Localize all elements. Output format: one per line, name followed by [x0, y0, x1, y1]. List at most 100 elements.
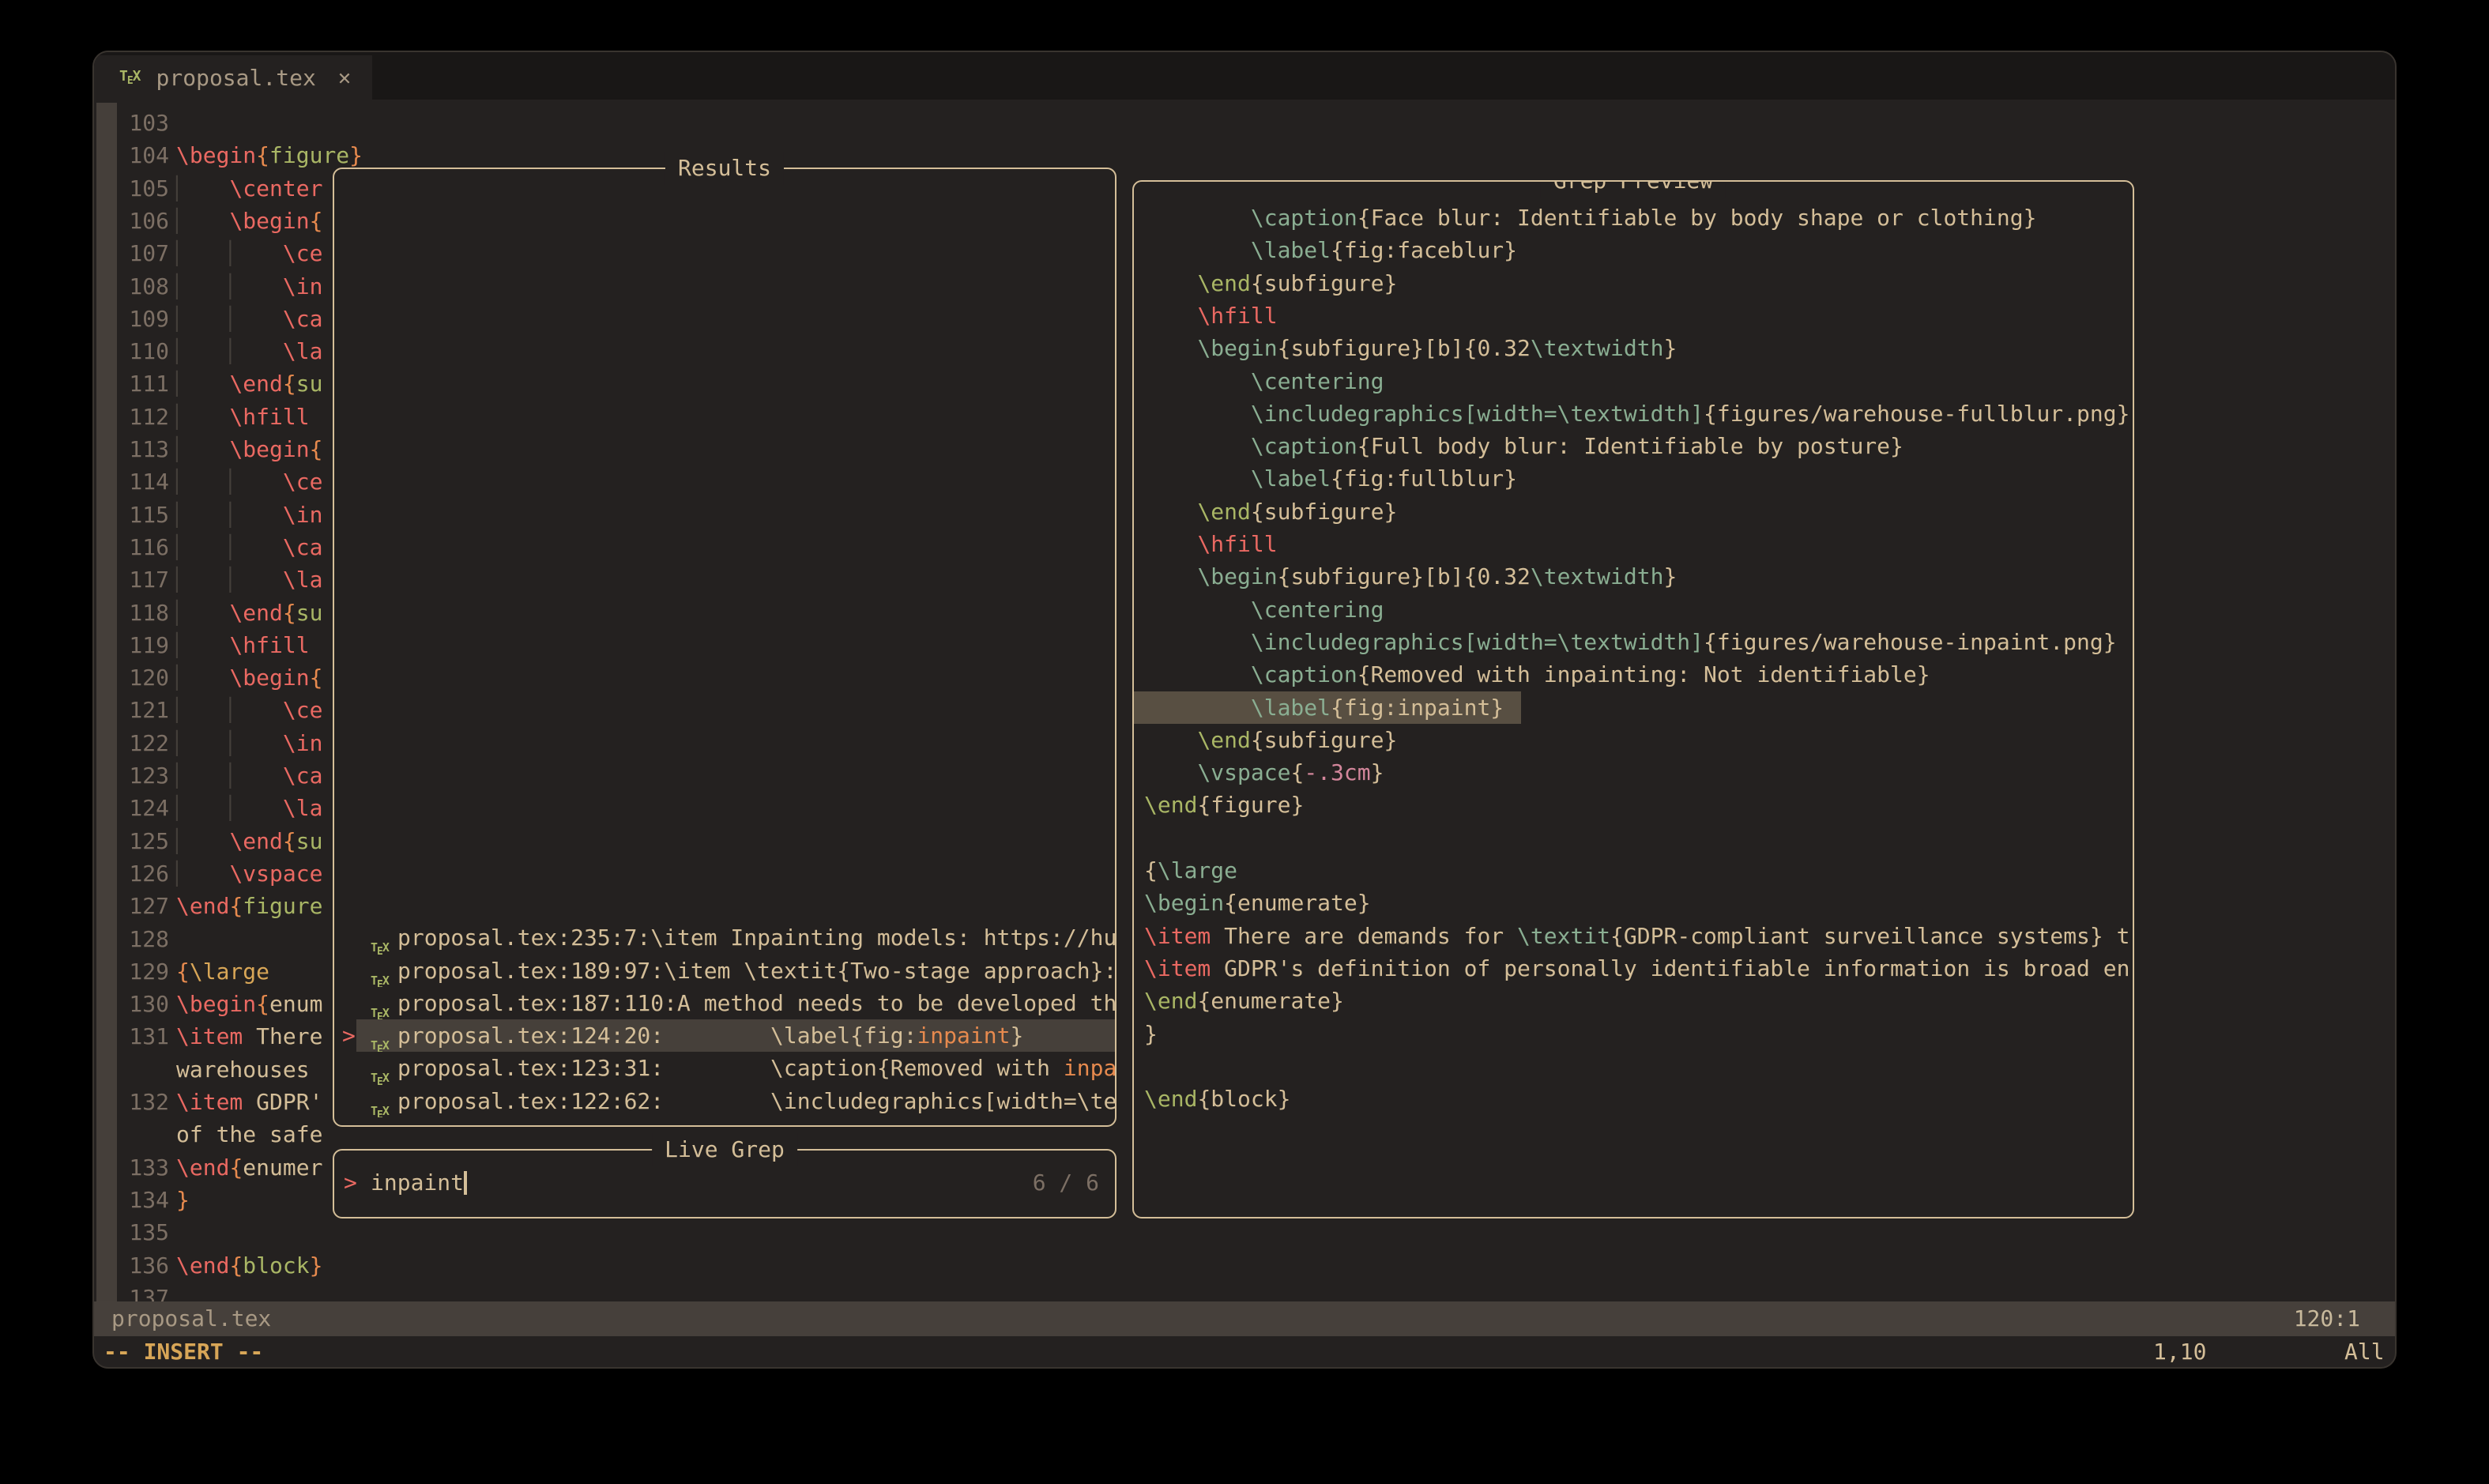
selected-row-arrow-icon: > — [342, 1019, 356, 1052]
scroll-indicator: All — [2344, 1336, 2385, 1368]
preview-line: \end{block} — [1134, 1083, 2133, 1115]
result-row[interactable]: >TEXproposal.tex:124:20: \label{fig:inpa… — [334, 1019, 1115, 1052]
syntax-token: ▏ — [176, 730, 229, 756]
syntax-token: {fig:fullblur} — [1331, 465, 1517, 492]
syntax-token: ▏ — [176, 273, 229, 299]
syntax-token: \label — [1251, 237, 1331, 263]
preview-line: \caption{Face blur: Identifiable by body… — [1134, 202, 2133, 234]
preview-line: \caption{Removed with inpainting: Not id… — [1134, 658, 2133, 691]
line-number: 124 — [120, 792, 169, 824]
syntax-token — [1144, 499, 1197, 525]
buffer-line: 136\end{block} — [94, 1249, 2395, 1282]
live-grep-input[interactable]: > inpaint 6 / 6 — [334, 1151, 1115, 1217]
syntax-token: { — [229, 1154, 243, 1181]
syntax-token: ▏ — [176, 795, 229, 821]
syntax-token — [1144, 401, 1251, 427]
syntax-token: \ca — [283, 763, 323, 789]
preview-line: } — [1134, 1018, 2133, 1050]
syntax-token: {figures/warehouse-inpaint.png} — [1704, 629, 2117, 655]
syntax-token: \ca — [283, 306, 323, 332]
result-row[interactable]: TEXproposal.tex:123:31: \caption{Removed… — [334, 1052, 1115, 1084]
line-number: 114 — [120, 465, 169, 498]
buffer-line: 103 — [94, 107, 2395, 139]
grep-preview-title: Grep Preview — [1541, 180, 1726, 198]
syntax-token: \end — [176, 1154, 229, 1181]
syntax-token: { — [283, 600, 296, 626]
tab-filename: proposal.tex — [156, 65, 316, 91]
syntax-token: } — [349, 142, 363, 168]
preview-line: \label{fig:fullblur} — [1134, 462, 2133, 495]
syntax-token: \hfill — [229, 404, 309, 430]
syntax-token: warehouses — [176, 1057, 310, 1083]
tab-close-icon[interactable]: ✕ — [338, 66, 351, 90]
line-number: 113 — [120, 433, 169, 465]
results-list: TEXproposal.tex:235:7:\item Inpainting m… — [334, 921, 1115, 1117]
syntax-token: \includegraphics[width=\textwidth] — [1251, 629, 1704, 655]
preview-line: \hfill — [1134, 528, 2133, 560]
syntax-token: ▏ — [176, 600, 229, 626]
line-number: 106 — [120, 205, 169, 237]
syntax-token: \end — [1144, 1086, 1197, 1112]
syntax-token: inpaint — [917, 1023, 1010, 1049]
syntax-token: {fig:faceblur} — [1331, 237, 1517, 263]
syntax-token: \includegraphics[width=\textwidth] — [1251, 401, 1704, 427]
syntax-token — [1144, 563, 1197, 589]
syntax-token: \end — [229, 600, 282, 626]
syntax-token: ▏ — [229, 502, 282, 528]
syntax-token: {Face blur: Identifiable by body shape o… — [1357, 205, 2037, 231]
syntax-token: } — [1663, 335, 1677, 361]
syntax-token: \item — [176, 1089, 243, 1115]
line-number: 125 — [120, 825, 169, 857]
syntax-token: \ce — [283, 697, 323, 723]
syntax-token: figure — [269, 142, 349, 168]
line-number: 131 — [120, 1020, 169, 1053]
preview-line: \centering — [1134, 365, 2133, 397]
syntax-token: \begin — [229, 208, 309, 234]
line-number: 119 — [120, 629, 169, 661]
syntax-token: ▏ — [176, 208, 229, 234]
preview-line: \item There are demands for \textit{GDPR… — [1134, 920, 2133, 952]
syntax-token: {enumerate} — [1224, 890, 1370, 916]
mode-indicator: -- INSERT -- — [104, 1336, 263, 1368]
preview-line: \item GDPR's definition of personally id… — [1134, 952, 2133, 985]
syntax-token: { — [310, 208, 323, 234]
syntax-token — [1144, 597, 1251, 623]
syntax-token: \begin — [1144, 890, 1224, 916]
line-number: 127 — [120, 890, 169, 922]
result-row[interactable]: TEXproposal.tex:235:7:\item Inpainting m… — [334, 921, 1115, 954]
syntax-token: { — [229, 893, 243, 919]
syntax-token: } — [1010, 1023, 1023, 1049]
syntax-token: {subfigure}[b]{0.32 — [1278, 563, 1531, 589]
syntax-token — [1144, 237, 1251, 263]
preview-line: \caption{Full body blur: Identifiable by… — [1134, 430, 2133, 462]
preview-line: \begin{subfigure}[b]{0.32\textwidth} — [1134, 560, 2133, 593]
syntax-token: {subfigure} — [1251, 499, 1397, 525]
syntax-token: \textwidth — [1531, 563, 1664, 589]
preview-line: \end{subfigure} — [1134, 724, 2133, 756]
syntax-token: ▏ — [229, 306, 282, 332]
syntax-token: ▏ — [176, 436, 229, 462]
line-number: 133 — [120, 1151, 169, 1184]
syntax-token: \label — [1251, 465, 1331, 492]
syntax-token: \la — [283, 338, 323, 364]
syntax-token: \hfill — [1197, 303, 1277, 329]
syntax-token: proposal.tex:123:31: \caption{Removed wi… — [397, 1055, 1064, 1081]
syntax-token: \begin — [229, 436, 309, 462]
result-row[interactable]: TEXproposal.tex:122:62: \includegraphics… — [334, 1085, 1115, 1117]
preview-line: \label{fig:inpaint} — [1134, 691, 1521, 724]
syntax-token: ▏ — [176, 371, 229, 397]
syntax-token: {subfigure}[b]{0.32 — [1278, 335, 1531, 361]
line-number: 126 — [120, 857, 169, 890]
syntax-token: \textwidth — [1531, 335, 1664, 361]
tab-proposal-tex[interactable]: TEX proposal.tex ✕ — [94, 55, 372, 100]
result-row[interactable]: TEXproposal.tex:189:97:\item \textit{Two… — [334, 955, 1115, 987]
buffer-line: 135 — [94, 1216, 2395, 1249]
preview-line: {\large — [1134, 854, 2133, 887]
preview-line: \end{figure} — [1134, 789, 2133, 821]
syntax-token — [1144, 270, 1197, 296]
syntax-token: \in — [283, 502, 323, 528]
syntax-token — [1144, 629, 1251, 655]
result-row[interactable]: TEXproposal.tex:187:110:A method needs t… — [334, 987, 1115, 1019]
command-line: -- INSERT -- 1,10 All — [94, 1336, 2395, 1369]
syntax-token: } — [1144, 1021, 1158, 1047]
